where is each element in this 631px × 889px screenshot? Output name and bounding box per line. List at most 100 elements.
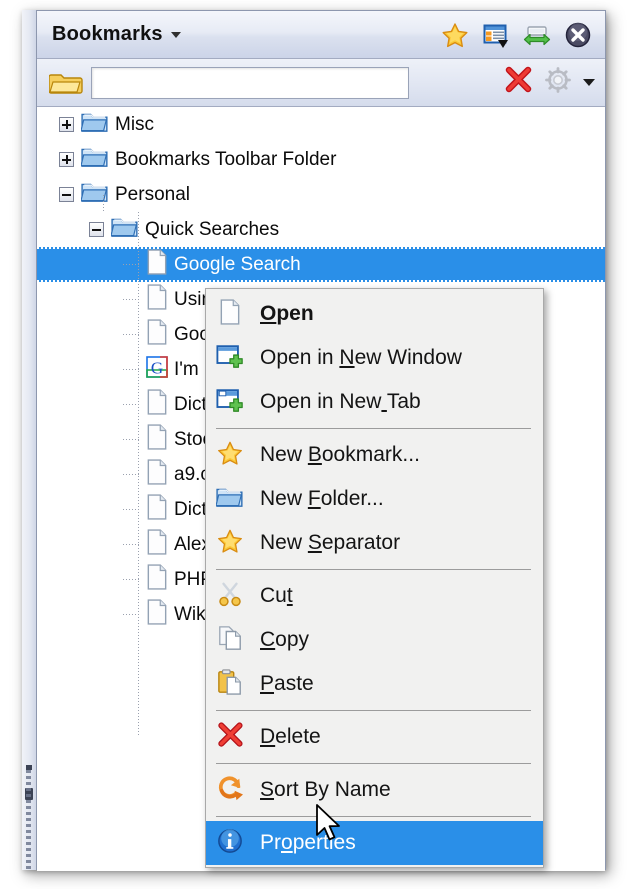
page-icon — [146, 248, 168, 281]
tree-row-label: Misc — [115, 113, 155, 135]
menu-item-label: Cut — [260, 584, 293, 607]
menu-separator — [216, 816, 531, 817]
tree-collapse-icon[interactable] — [89, 222, 104, 237]
red-x-icon[interactable] — [503, 65, 533, 100]
tree-row-selected[interactable]: Google Search — [37, 247, 605, 282]
tree-connector-line — [123, 544, 139, 545]
titlebar-icon-group — [441, 21, 592, 49]
info-icon — [216, 828, 250, 858]
tree-row-label: Quick Searches — [145, 218, 280, 240]
menu-item-label: New Bookmark... — [260, 443, 420, 466]
menu-item-properties[interactable]: Properties — [206, 821, 543, 865]
menu-item-label: Open in New Tab — [260, 390, 421, 413]
menu-separator — [216, 428, 531, 429]
splitter-grip[interactable] — [26, 770, 31, 870]
tree-connector-line — [123, 369, 139, 370]
menu-item-label: Copy — [260, 628, 310, 651]
menu-item-label: New Folder... — [260, 487, 384, 510]
page-icon — [146, 388, 168, 421]
toolbar-right-group — [503, 65, 595, 100]
panel-title: Bookmarks — [52, 23, 163, 45]
screenshot-root: Bookmarks Misc Bookmarks Toolbar Folder … — [0, 0, 631, 889]
search-toolbar — [37, 59, 605, 107]
tree-collapse-icon[interactable] — [59, 187, 74, 202]
menu-item-open-in-new-window[interactable]: Open in New Window — [206, 336, 543, 380]
tree-row[interactable]: Quick Searches — [37, 212, 605, 247]
folder-icon — [80, 110, 109, 140]
menu-item-new-folder[interactable]: New Folder... — [206, 477, 543, 521]
tree-connector-line — [138, 212, 139, 737]
tree-expand-icon[interactable] — [59, 152, 74, 167]
folder-icon[interactable] — [48, 69, 83, 97]
star-icon[interactable] — [441, 21, 469, 49]
tree-row-label: Personal — [115, 183, 190, 205]
folder-icon — [215, 484, 250, 514]
search-input[interactable] — [91, 66, 409, 99]
scissors-icon — [216, 581, 250, 611]
sort-icon — [216, 775, 250, 805]
page-icon — [146, 283, 168, 316]
menu-item-new-separator[interactable]: New Separator — [206, 521, 543, 565]
clipboard-icon — [216, 669, 250, 699]
menu-item-label: Delete — [260, 725, 321, 748]
selection-focus-border — [37, 247, 605, 249]
tree-row[interactable]: Bookmarks Toolbar Folder — [37, 142, 605, 177]
copy-icon — [216, 625, 250, 655]
menu-item-label: Sort By Name — [260, 778, 391, 801]
tree-connector-line — [123, 579, 139, 580]
gear-icon[interactable] — [543, 65, 573, 100]
page-icon — [146, 493, 168, 526]
context-menu[interactable]: Open Open in New Window Open in New Tab — [205, 288, 544, 868]
folder-icon — [110, 215, 139, 245]
page-icon — [146, 563, 168, 596]
menu-item-label: Open — [260, 302, 314, 325]
tree-connector-line — [123, 439, 139, 440]
tree-expand-icon[interactable] — [59, 117, 74, 132]
tree-row-label: Bookmarks Toolbar Folder — [115, 148, 337, 170]
menu-separator — [216, 569, 531, 570]
menu-separator — [216, 710, 531, 711]
bookmark-manager-icon[interactable] — [482, 21, 510, 49]
panel-titlebar: Bookmarks — [37, 11, 605, 59]
tree-row-label: Google Search — [174, 253, 301, 275]
menu-item-sort-by-name[interactable]: Sort By Name — [206, 768, 543, 812]
tree-row[interactable]: Personal — [37, 177, 605, 212]
folder-icon — [80, 145, 109, 175]
chevron-down-icon[interactable] — [170, 31, 181, 38]
google-favicon-icon: G — [146, 354, 168, 386]
menu-item-copy[interactable]: Copy — [206, 618, 543, 662]
menu-item-open-in-new-tab[interactable]: Open in New Tab — [206, 380, 543, 424]
tree-connector-line — [123, 474, 139, 475]
switch-icon[interactable] — [523, 21, 551, 49]
page-icon — [146, 528, 168, 561]
new-tab-icon — [216, 387, 250, 417]
tree-connector-line — [123, 404, 139, 405]
tree-row[interactable]: Misc — [37, 107, 605, 142]
star-icon — [216, 528, 250, 558]
new-window-icon — [216, 343, 250, 373]
page-icon — [146, 423, 168, 456]
tree-connector-line — [123, 334, 139, 335]
svg-text:G: G — [151, 358, 163, 377]
folder-icon — [80, 180, 109, 210]
page-icon — [146, 318, 168, 351]
menu-item-new-bookmark[interactable]: New Bookmark... — [206, 433, 543, 477]
red-x-icon — [216, 722, 250, 752]
menu-item-label: New Separator — [260, 531, 401, 554]
menu-item-delete[interactable]: Delete — [206, 715, 543, 759]
menu-item-open[interactable]: Open — [206, 292, 543, 336]
page-icon — [146, 598, 168, 631]
menu-item-paste[interactable]: Paste — [206, 662, 543, 706]
chevron-down-icon[interactable] — [583, 79, 595, 86]
tree-connector-line — [123, 264, 139, 265]
menu-item-cut[interactable]: Cut — [206, 574, 543, 618]
menu-item-label: Properties — [260, 831, 356, 854]
panel-splitter[interactable] — [22, 10, 37, 870]
star-icon — [216, 440, 250, 470]
tree-connector-line — [103, 195, 104, 213]
close-icon[interactable] — [564, 21, 592, 49]
tree-connector-line — [123, 614, 139, 615]
menu-separator — [216, 763, 531, 764]
menu-item-label: Paste — [260, 672, 314, 695]
page-icon — [216, 299, 250, 329]
